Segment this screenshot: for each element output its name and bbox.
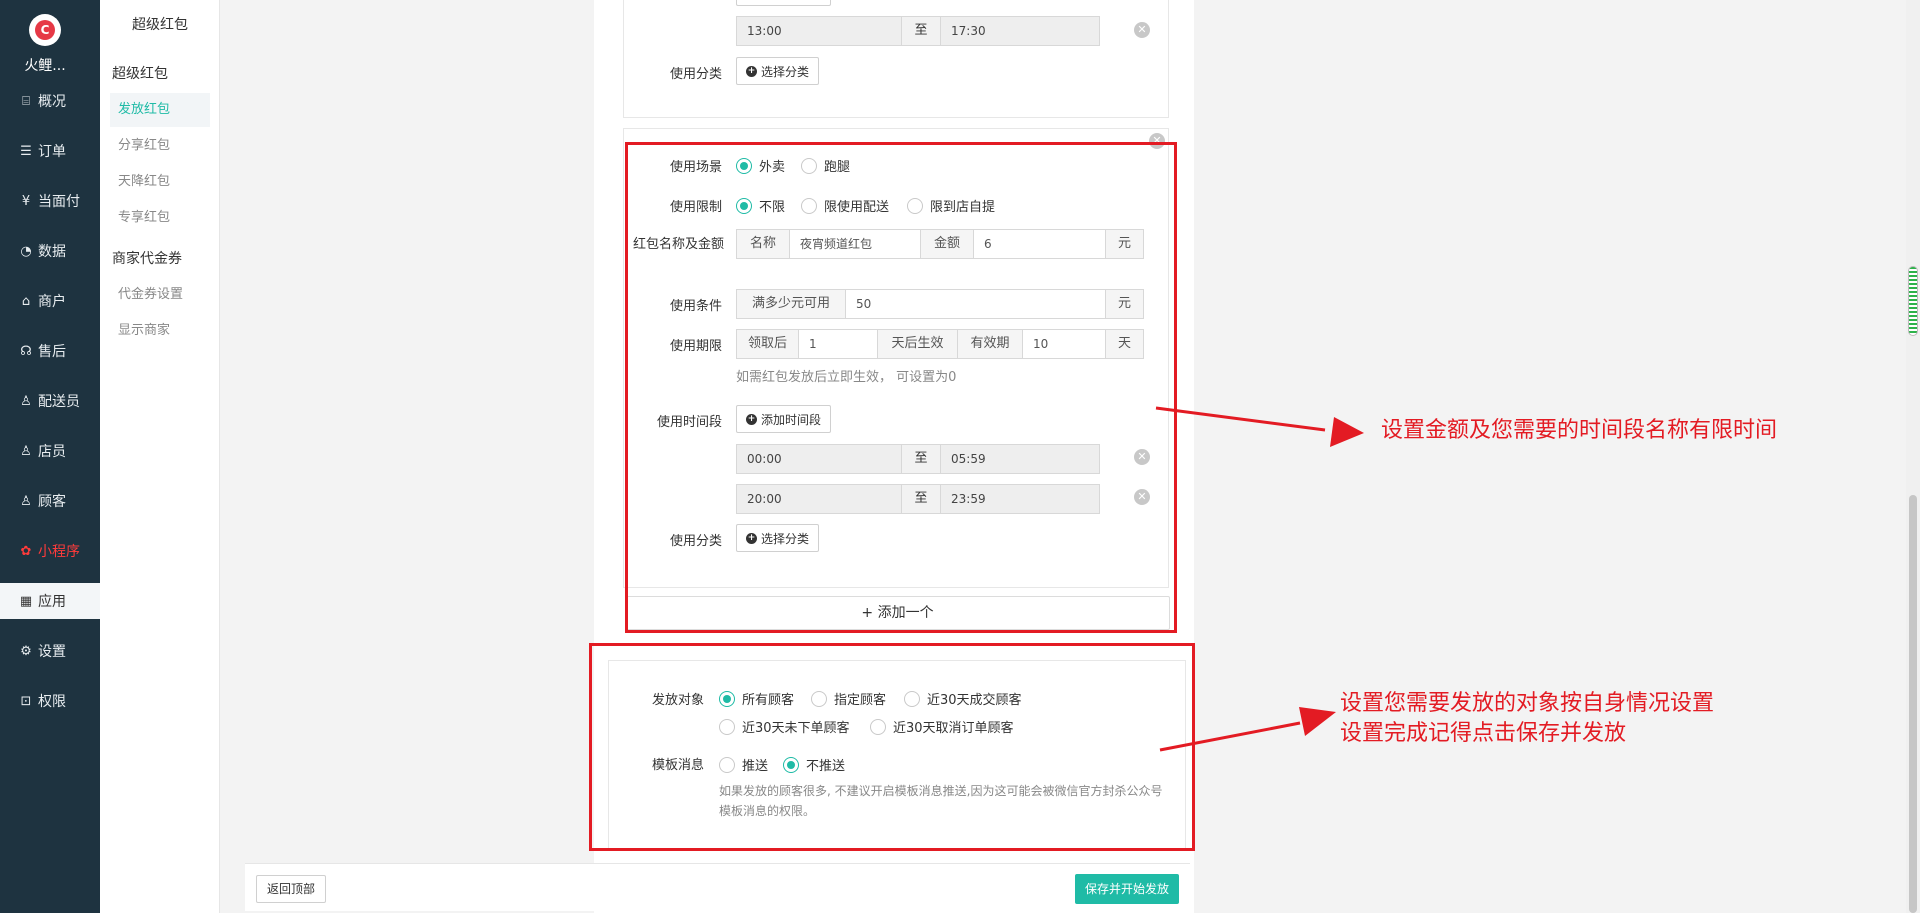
data-icon: ◔ <box>20 243 32 259</box>
brand-name: 火鲤... <box>24 58 66 74</box>
nav-item-pay[interactable]: ¥ 当面付 <box>0 183 100 219</box>
sub-item-voucher-settings[interactable]: 代金券设置 <box>110 278 210 312</box>
card1-time-range[interactable]: 13:00 至 17:30 <box>736 16 1100 46</box>
overview-icon: ⌸ <box>22 93 30 109</box>
order-icon: ☰ <box>20 143 32 159</box>
select-category-button[interactable]: + 选择分类 <box>736 57 820 85</box>
sub-menu-title: 超级红包 <box>132 17 188 33</box>
nav-item-courier[interactable]: ♙ 配送员 <box>0 383 100 419</box>
time-end-field[interactable]: 17:30 <box>941 17 1099 45</box>
sub-item-share[interactable]: 分享红包 <box>110 129 210 163</box>
arrow-head-2 <box>1299 707 1336 736</box>
nav-item-permissions[interactable]: ⊡ 权限 <box>0 683 100 719</box>
aftersale-icon: ☊ <box>20 343 32 359</box>
nav-item-clerk[interactable]: ♙ 店员 <box>0 433 100 469</box>
category-label: 使用分类 <box>669 67 722 82</box>
nav-item-aftersale[interactable]: ☊ 售后 <box>0 333 100 369</box>
remove-time-icon[interactable]: ✕ <box>1134 22 1150 38</box>
miniprogram-icon: ✿ <box>20 543 32 559</box>
plus-icon: + <box>746 65 757 77</box>
annotation-box-amount <box>625 142 1177 633</box>
save-and-issue-button[interactable]: 保存并开始发放 <box>1074 874 1179 904</box>
arrow-head-1 <box>1330 417 1364 447</box>
nav-item-overview[interactable]: ⌸ 概况 <box>0 83 100 119</box>
nav-item-customer[interactable]: ♙ 顾客 <box>0 483 100 519</box>
courier-icon: ♙ <box>20 393 32 409</box>
main-nav: C 火鲤... ⌸ 概况 ☰ 订单 ¥ 当面付 ◔ 数据 ⌂ 商户 ☊ 售后 ♙ 配送员 ♙ 店… <box>0 0 100 913</box>
app-root: C 火鲤... ⌸ 概况 ☰ 订单 ¥ 当面付 ◔ 数据 ⌂ 商户 ☊ 售后 ♙ 配送员 ♙ 店… <box>0 0 1920 913</box>
annotation-text-2b: 设置完成记得点击保存并发放 <box>1340 721 1627 746</box>
nav-item-orders[interactable]: ☰ 订单 <box>0 133 100 169</box>
floating-scroll-handle[interactable] <box>1908 266 1918 336</box>
time-start-field[interactable]: 13:00 <box>737 17 901 45</box>
back-to-top-button[interactable]: 返回顶部 <box>256 875 327 903</box>
lock-icon: ⊡ <box>20 693 32 709</box>
nav-item-miniprogram[interactable]: ✿ 小程序 <box>0 533 100 569</box>
nav-item-settings[interactable]: ⚙ 设置 <box>0 633 100 669</box>
sub-item-issue[interactable]: 发放红包 <box>110 93 210 127</box>
annotation-text-1: 设置金额及您需要的时间段名称有限时间 <box>1381 418 1778 443</box>
card1-top-button-edge <box>736 0 831 6</box>
sub-menu: 超级红包 超级红包 发放红包 分享红包 天降红包 专享红包 商家代金券 代金券设… <box>100 0 220 913</box>
brand-logo: C <box>29 14 61 46</box>
sub-group-redpacket: 超级红包 <box>112 66 168 82</box>
sub-item-show-merchants[interactable]: 显示商家 <box>110 314 210 348</box>
clerk-icon: ♙ <box>20 443 32 459</box>
nav-item-store[interactable]: ⌂ 商户 <box>0 283 100 319</box>
customer-icon: ♙ <box>20 493 32 509</box>
sub-item-sky[interactable]: 天降红包 <box>110 165 210 199</box>
sub-item-exclusive[interactable]: 专享红包 <box>110 201 210 235</box>
nav-item-data[interactable]: ◔ 数据 <box>0 233 100 269</box>
nav-item-apps[interactable]: ▦ 应用 <box>0 583 100 619</box>
annotation-text-2a: 设置您需要发放的对象按自身情况设置 <box>1340 691 1715 716</box>
apps-icon: ▦ <box>19 593 33 609</box>
gear-icon: ⚙ <box>20 643 32 659</box>
time-to-label: 至 <box>901 17 941 45</box>
scrollbar-thumb[interactable] <box>1909 495 1917 913</box>
store-icon: ⌂ <box>21 293 31 309</box>
annotation-box-target <box>589 643 1195 851</box>
action-footer: 返回顶部 保存并开始发放 <box>245 863 1190 911</box>
pay-icon: ¥ <box>21 193 31 209</box>
sub-group-voucher: 商家代金券 <box>112 251 182 267</box>
